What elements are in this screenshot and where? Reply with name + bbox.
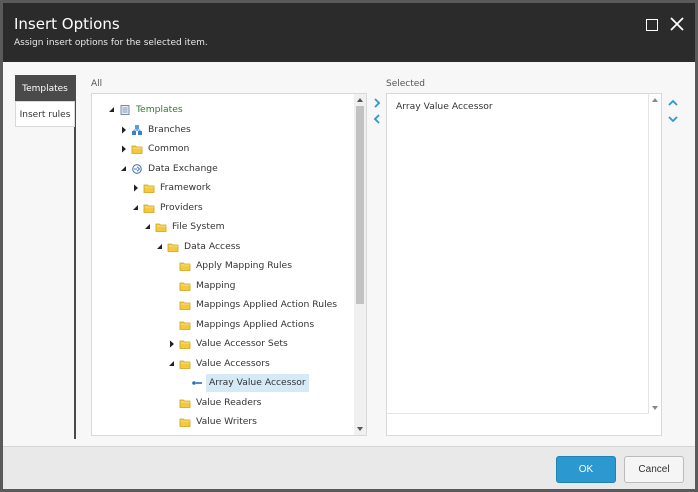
folder-icon <box>143 202 155 214</box>
templates-icon <box>119 104 131 116</box>
tree-node-label: Array Value Accessor <box>206 374 309 392</box>
tree-node[interactable]: Value Writers <box>167 413 354 431</box>
side-tabs: Templates Insert rules <box>15 75 76 439</box>
tree-node[interactable]: Templates <box>107 101 354 119</box>
close-icon[interactable] <box>668 15 686 33</box>
tab-insert-rules[interactable]: Insert rules <box>15 101 75 127</box>
tree-node[interactable]: Mappings Applied Actions <box>167 316 354 334</box>
tree-scrollbar[interactable] <box>354 94 366 435</box>
tree-node[interactable]: Branches <box>119 121 354 139</box>
template-item-icon <box>191 377 203 389</box>
dialog-footer: OK Cancel <box>3 446 695 489</box>
folder-icon <box>131 143 143 155</box>
dialog-title: Insert Options <box>14 15 120 33</box>
expanded-arrow-icon[interactable] <box>167 355 177 373</box>
add-to-selected-icon[interactable] <box>371 97 383 109</box>
selected-scrollbar[interactable] <box>649 94 661 414</box>
dialog-body: Templates Insert rules All Selected Temp… <box>3 62 695 446</box>
branch-icon <box>131 124 143 136</box>
tree-node[interactable]: Common <box>119 140 354 158</box>
scroll-thumb[interactable] <box>356 106 364 304</box>
tree-node[interactable]: Apply Mapping Rules <box>167 257 354 275</box>
tree-node-label: Data Exchange <box>148 162 218 174</box>
tree-node-label: Mappings Applied Actions <box>196 318 315 330</box>
folder-icon <box>179 338 191 350</box>
move-down-icon[interactable] <box>667 113 679 125</box>
remove-from-selected-icon[interactable] <box>371 113 383 125</box>
all-panel-label: All <box>91 79 103 89</box>
selected-list: Array Value Accessor <box>387 94 649 414</box>
selected-panel: Array Value Accessor <box>386 93 662 436</box>
template-tree: Templates Branches Common Data Exchange Fram… <box>92 94 354 435</box>
tree-node-label: Value Accessors <box>196 357 270 369</box>
tree-node[interactable]: Data Access <box>155 238 354 256</box>
insert-options-dialog: Insert Options Assign insert options for… <box>0 0 698 492</box>
collapsed-arrow-icon[interactable] <box>167 335 177 353</box>
tree-node[interactable]: File System <box>143 218 354 236</box>
tree-node[interactable]: Array Value Accessor <box>179 374 354 392</box>
tree-node-label: Templates <box>136 104 183 115</box>
expanded-arrow-icon[interactable] <box>155 238 165 256</box>
tree-node[interactable]: Providers <box>131 199 354 217</box>
tree-node-label: Providers <box>160 201 203 213</box>
tree-node-label: Value Accessor Sets <box>196 338 288 349</box>
folder-icon <box>179 299 191 311</box>
tree-node[interactable]: Mapping <box>167 277 354 295</box>
maximize-icon[interactable] <box>646 19 658 31</box>
folder-icon <box>143 182 155 194</box>
all-tree-panel: Templates Branches Common Data Exchange Fram… <box>91 93 367 436</box>
tab-templates[interactable]: Templates <box>15 75 75 101</box>
tree-node[interactable]: Mappings Applied Action Rules <box>167 296 354 314</box>
tree-node[interactable]: Value Accessor Sets <box>167 335 354 353</box>
data-exchange-icon <box>131 163 143 175</box>
folder-icon <box>179 319 191 331</box>
selected-panel-label: Selected <box>386 79 426 89</box>
folder-icon <box>179 280 191 292</box>
selected-item[interactable]: Array Value Accessor <box>396 101 493 112</box>
collapsed-arrow-icon[interactable] <box>119 140 129 158</box>
scroll-up-icon[interactable] <box>357 98 363 102</box>
tree-node-label: Value Writers <box>196 416 257 427</box>
dialog-subtitle: Assign insert options for the selected i… <box>14 38 208 48</box>
tree-node[interactable]: Value Accessors <box>167 355 354 373</box>
scroll-down-icon[interactable] <box>652 406 658 410</box>
tree-node[interactable]: Framework <box>131 179 354 197</box>
tree-node-label: Value Readers <box>196 396 262 408</box>
tree-node-label: File System <box>172 221 225 232</box>
folder-icon <box>155 221 167 233</box>
expanded-arrow-icon[interactable] <box>107 101 117 119</box>
tree-node-label: Apply Mapping Rules <box>196 260 292 271</box>
tree-node[interactable]: Data Exchange <box>119 160 354 178</box>
tree-node-label: Framework <box>160 182 211 193</box>
folder-icon <box>179 397 191 409</box>
folder-icon <box>179 416 191 428</box>
folder-icon <box>179 260 191 272</box>
tree-node-label: Mappings Applied Action Rules <box>196 299 338 310</box>
scroll-down-icon[interactable] <box>357 427 363 431</box>
ok-button[interactable]: OK <box>556 456 616 483</box>
cancel-button[interactable]: Cancel <box>624 456 684 483</box>
tree-node-label: Mapping <box>196 279 236 291</box>
folder-icon <box>179 358 191 370</box>
collapsed-arrow-icon[interactable] <box>131 179 141 197</box>
folder-icon <box>167 241 179 253</box>
expanded-arrow-icon[interactable] <box>131 199 141 217</box>
dialog-header: Insert Options Assign insert options for… <box>3 3 695 62</box>
tree-node-label: Data Access <box>184 240 241 252</box>
expanded-arrow-icon[interactable] <box>119 160 129 178</box>
tree-node-label: Branches <box>148 123 191 135</box>
move-up-icon[interactable] <box>667 97 679 109</box>
scroll-up-icon[interactable] <box>652 98 658 102</box>
collapsed-arrow-icon[interactable] <box>119 121 129 139</box>
tree-node-label: Common <box>148 143 190 154</box>
tree-node[interactable]: Value Readers <box>167 394 354 412</box>
expanded-arrow-icon[interactable] <box>143 218 153 236</box>
